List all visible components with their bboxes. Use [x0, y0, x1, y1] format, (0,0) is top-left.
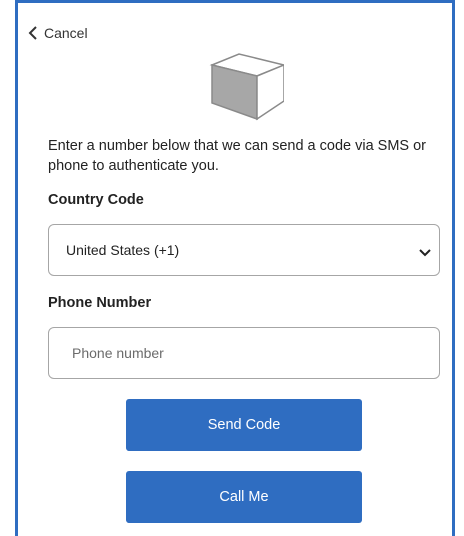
country-code-select[interactable]: United States (+1) — [48, 224, 440, 276]
phone-number-input[interactable] — [49, 328, 439, 378]
country-code-value: United States (+1) — [66, 242, 180, 258]
country-code-label: Country Code — [48, 192, 144, 208]
cube-icon — [204, 41, 287, 121]
phone-number-field-wrapper — [48, 327, 440, 379]
auth-panel: Cancel Enter a number below that we can … — [15, 0, 455, 536]
instructions-text: Enter a number below that we can send a … — [48, 138, 427, 174]
chevron-down-icon — [419, 244, 431, 260]
phone-number-label: Phone Number — [48, 295, 152, 311]
chevron-left-icon — [28, 26, 38, 40]
call-me-button[interactable]: Call Me — [126, 471, 362, 523]
cancel-label: Cancel — [44, 25, 88, 41]
send-code-button[interactable]: Send Code — [126, 399, 362, 451]
cancel-link[interactable]: Cancel — [28, 25, 88, 41]
